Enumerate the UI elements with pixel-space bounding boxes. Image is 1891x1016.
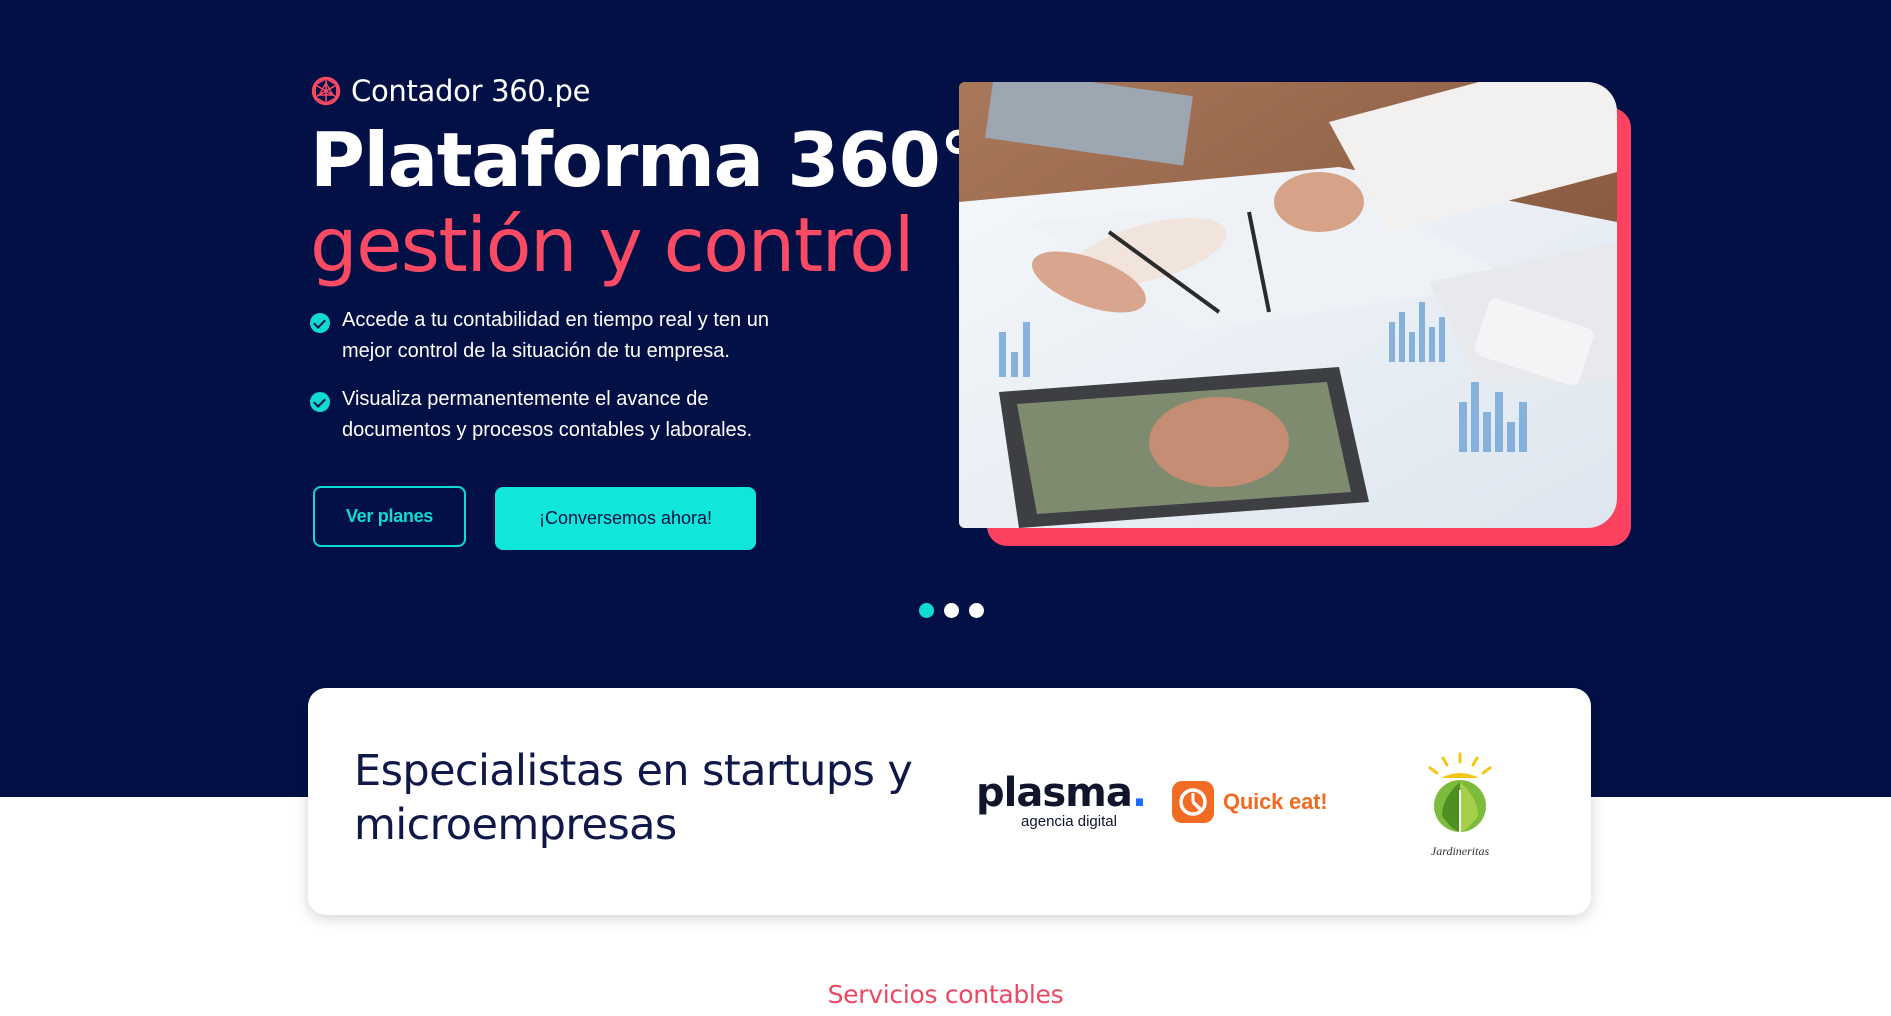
hero-subtitle: gestión y control — [310, 201, 915, 289]
carousel-dot[interactable] — [919, 603, 934, 618]
feature-text: Visualiza permanentemente el avance de d… — [342, 388, 753, 441]
plasma-logo-name: plasma — [976, 770, 1133, 816]
hero-title: Plataforma 360° — [310, 116, 977, 204]
brand-name: Contador 360.pe — [351, 74, 591, 108]
feature-item: Accede a tu contabilidad en tiempo real … — [310, 305, 790, 367]
feature-list: Accede a tu contabilidad en tiempo real … — [310, 305, 790, 463]
plasma-logo: plasma. agencia digital — [976, 770, 1147, 830]
services-heading: Servicios contables — [827, 980, 1064, 1009]
jardineritas-logo: Jardineritas — [1409, 750, 1511, 862]
carousel-dots — [919, 603, 984, 618]
jardineritas-emblem — [1428, 752, 1492, 832]
clients-title: Especialistas en startups y microempresa… — [354, 746, 913, 850]
chat-now-button[interactable]: ¡Conversemos ahora! — [495, 487, 756, 550]
feature-item: Visualiza permanentemente el avance de d… — [310, 384, 790, 446]
carousel-dot[interactable] — [944, 603, 959, 618]
plasma-logo-dot: . — [1131, 770, 1147, 816]
hero-image-frame — [959, 82, 1631, 546]
jardineritas-logo-name: Jardineritas — [1430, 844, 1490, 858]
business-meeting-charts-photo — [959, 82, 1617, 528]
quickeat-icon — [1172, 781, 1214, 823]
clients-card: Especialistas en startups y microempresa… — [308, 688, 1591, 915]
feature-text: Accede a tu contabilidad en tiempo real … — [342, 309, 769, 362]
check-circle-icon — [310, 392, 330, 412]
quickeat-logo: Quick eat! — [1172, 781, 1328, 823]
carousel-dot[interactable] — [969, 603, 984, 618]
check-circle-icon — [310, 313, 330, 333]
view-plans-button[interactable]: Ver planes — [313, 486, 466, 547]
hero-photo — [959, 82, 1617, 528]
brand-logo[interactable]: Contador 360.pe — [310, 74, 590, 108]
quickeat-logo-name: Quick eat! — [1223, 789, 1328, 814]
globe-wire-icon — [311, 76, 341, 106]
